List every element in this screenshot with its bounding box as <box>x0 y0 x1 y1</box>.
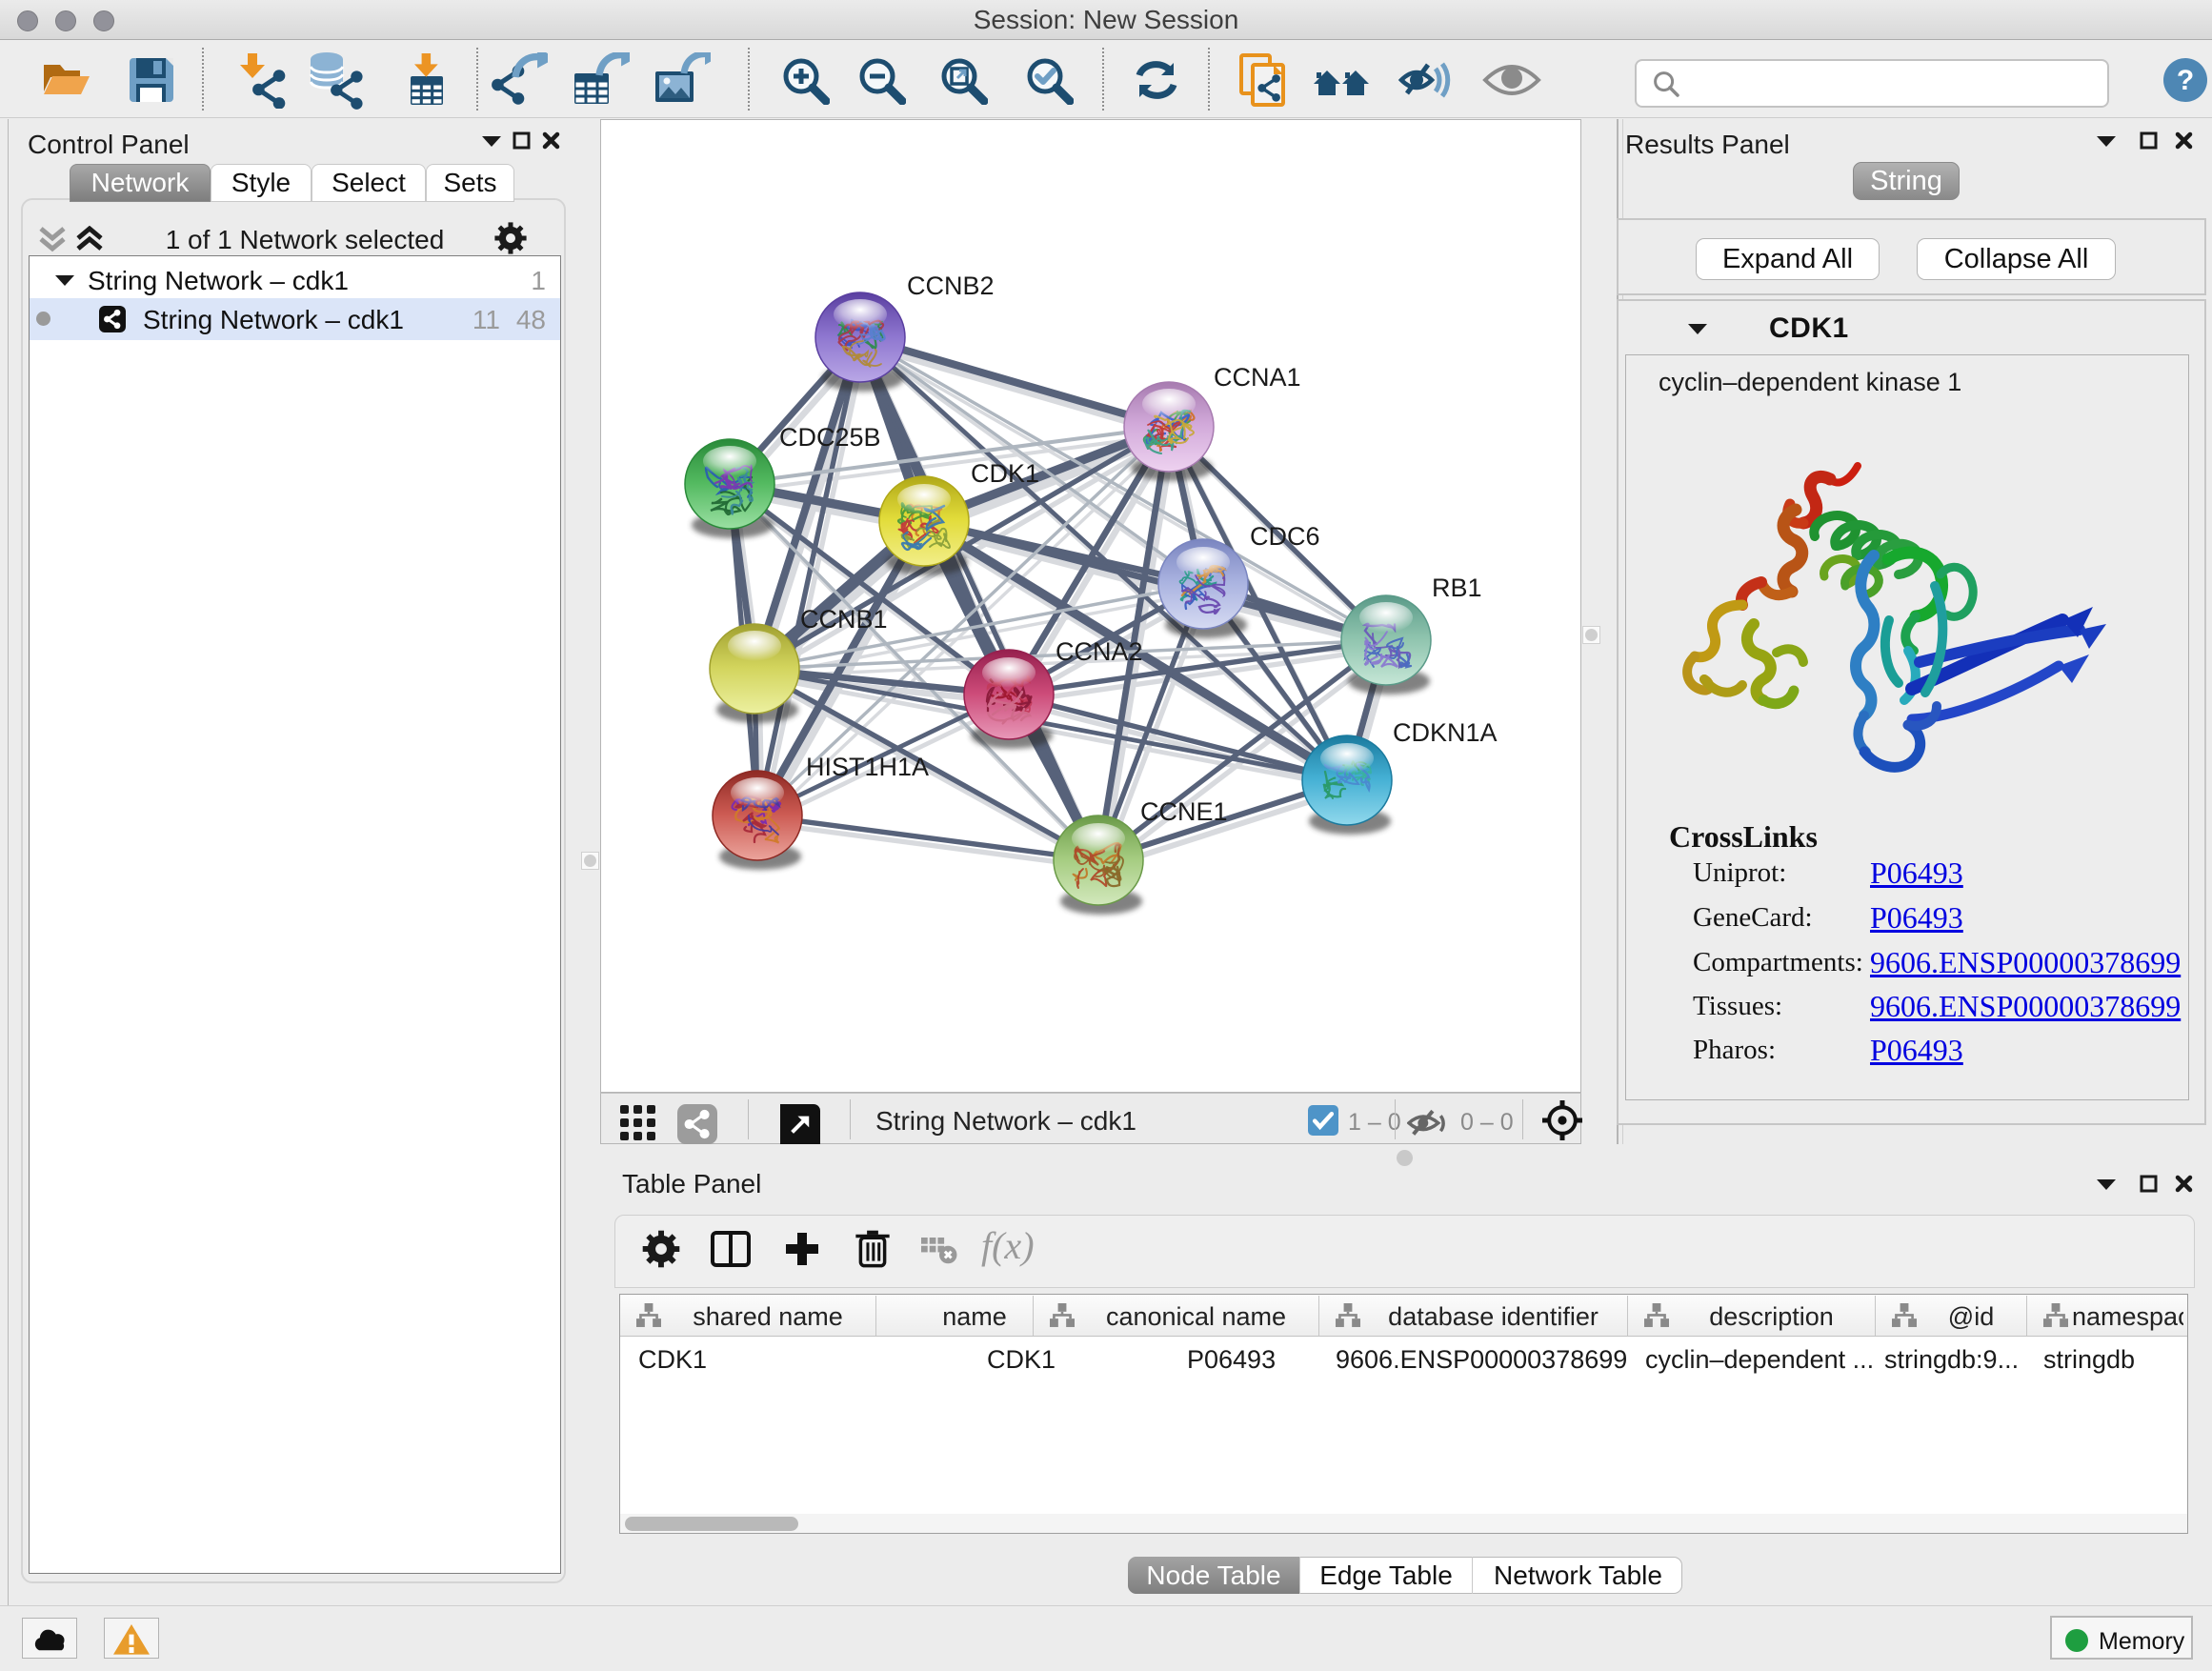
svg-text:CCNA1: CCNA1 <box>1214 363 1301 392</box>
svg-text:CDK1: CDK1 <box>971 459 1039 488</box>
svg-text:CCNB2: CCNB2 <box>907 272 995 300</box>
svg-text:CDC6: CDC6 <box>1250 522 1320 551</box>
svg-text:CDC25B: CDC25B <box>779 423 881 452</box>
svg-text:RB1: RB1 <box>1432 574 1482 602</box>
svg-text:CCNA2: CCNA2 <box>1056 637 1143 666</box>
svg-text:HIST1H1A: HIST1H1A <box>806 753 929 781</box>
svg-text:?: ? <box>2177 65 2194 96</box>
svg-text:CCNB1: CCNB1 <box>800 605 888 634</box>
svg-text:CCNE1: CCNE1 <box>1140 797 1228 826</box>
svg-text:CDKN1A: CDKN1A <box>1393 718 1498 747</box>
